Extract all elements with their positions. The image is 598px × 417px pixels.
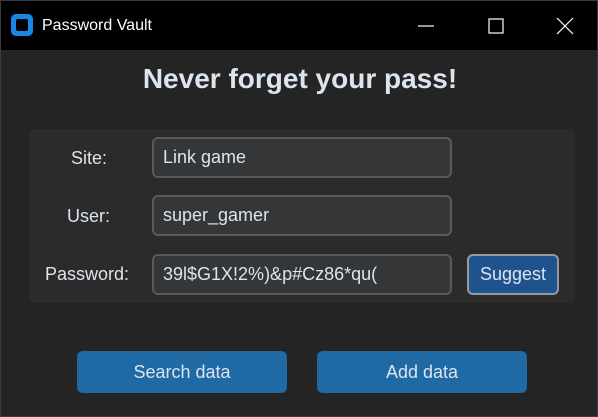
site-input[interactable]	[152, 137, 452, 178]
add-data-button[interactable]: Add data	[317, 351, 527, 393]
suggest-button[interactable]: Suggest	[467, 254, 559, 295]
close-icon	[556, 17, 574, 35]
site-label: Site:	[71, 148, 108, 168]
close-button[interactable]	[542, 1, 588, 50]
password-label: Password:	[45, 264, 130, 284]
maximize-button[interactable]	[473, 1, 519, 50]
user-input[interactable]	[152, 195, 452, 236]
app-window: Password Vault Never forget your pass! S…	[0, 0, 598, 417]
window-title: Password Vault	[42, 17, 152, 34]
app-logo-icon	[11, 14, 33, 36]
page-title: Never forget your pass!	[142, 63, 458, 94]
user-label: User:	[67, 206, 111, 226]
minimize-icon	[418, 25, 434, 27]
minimize-button[interactable]	[403, 1, 449, 50]
search-data-button[interactable]: Search data	[77, 351, 287, 393]
title-bar[interactable]: Password Vault	[1, 1, 597, 50]
password-input[interactable]	[152, 254, 452, 295]
maximize-icon	[488, 18, 504, 34]
